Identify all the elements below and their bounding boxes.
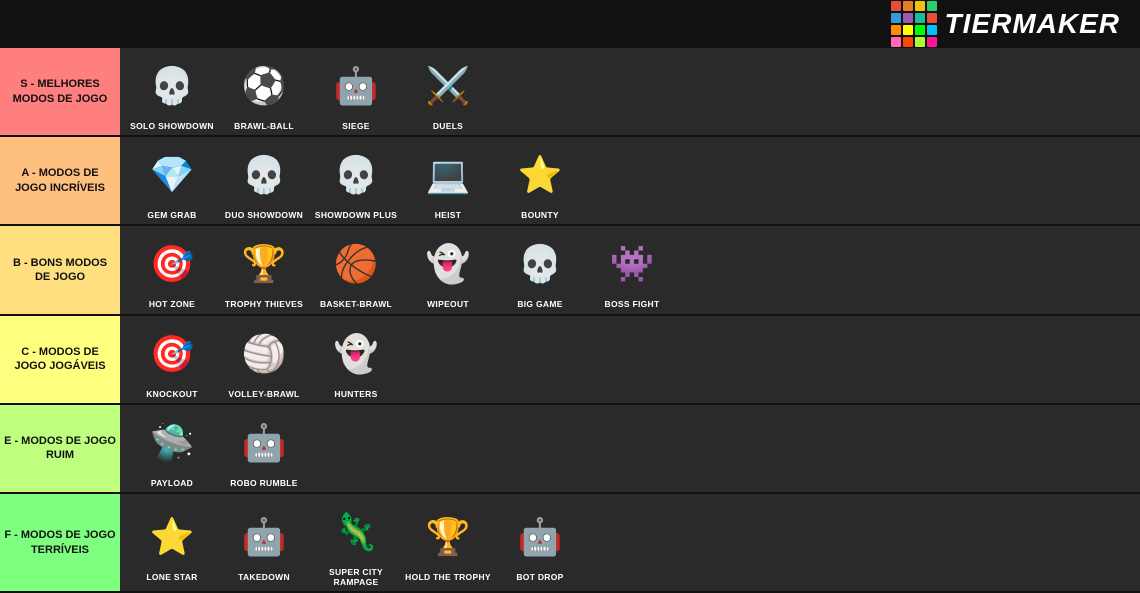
- tier-item-showdown-plus[interactable]: 💀SHOWDOWN PLUS: [312, 141, 400, 220]
- item-label-bot-drop: BOT DROP: [516, 572, 563, 582]
- item-label-duo-showdown: DUO SHOWDOWN: [225, 210, 303, 220]
- item-icon-duo-showdown: 💀: [224, 141, 304, 209]
- item-label-siege: SIEGE: [342, 121, 369, 131]
- tier-label-s: S - MELHORES MODOS DE JOGO: [0, 48, 120, 135]
- item-icon-super-city-rampage: 🦎: [316, 498, 396, 566]
- tier-content-a: 💎GEM GRAB💀DUO SHOWDOWN💀SHOWDOWN PLUS💻HEI…: [120, 137, 1140, 224]
- item-icon-volley-brawl: 🏐: [224, 320, 304, 388]
- tier-item-super-city-rampage[interactable]: 🦎SUPER CITY RAMPAGE: [312, 498, 400, 587]
- tier-item-siege[interactable]: 🤖SIEGE: [312, 52, 400, 131]
- tier-item-basket-brawl[interactable]: 🏀BASKET-BRAWL: [312, 230, 400, 309]
- item-icon-bot-drop: 🤖: [500, 503, 580, 571]
- tier-item-robo-rumble[interactable]: 🤖ROBO RUMBLE: [220, 409, 308, 488]
- item-icon-boss-fight: 👾: [592, 230, 672, 298]
- tier-content-b: 🎯HOT ZONE🏆TROPHY THIEVES🏀BASKET-BRAWL👻WI…: [120, 226, 1140, 313]
- tier-item-hot-zone[interactable]: 🎯HOT ZONE: [128, 230, 216, 309]
- logo-text: TiERMAKER: [945, 8, 1120, 40]
- item-icon-hot-zone: 🎯: [132, 230, 212, 298]
- item-icon-solo-showdown: 💀: [132, 52, 212, 120]
- item-icon-gem-grab: 💎: [132, 141, 212, 209]
- item-icon-showdown-plus: 💀: [316, 141, 396, 209]
- item-icon-duels: ⚔️: [408, 52, 488, 120]
- tier-item-duels[interactable]: ⚔️DUELS: [404, 52, 492, 131]
- item-icon-basket-brawl: 🏀: [316, 230, 396, 298]
- item-label-hot-zone: HOT ZONE: [149, 299, 195, 309]
- tier-content-s: 💀SOLO SHOWDOWN⚽BRAWL-BALL🤖SIEGE⚔️DUELS: [120, 48, 1140, 135]
- item-label-showdown-plus: SHOWDOWN PLUS: [315, 210, 397, 220]
- tier-label-e: E - MODOS DE JOGO RUIM: [0, 405, 120, 492]
- tier-item-heist[interactable]: 💻HEIST: [404, 141, 492, 220]
- logo-grid-icon: [891, 1, 937, 47]
- tier-item-wipeout[interactable]: 👻WIPEOUT: [404, 230, 492, 309]
- item-label-volley-brawl: VOLLEY-BRAWL: [228, 389, 299, 399]
- item-label-payload: PAYLOAD: [151, 478, 193, 488]
- tier-item-lone-star[interactable]: ⭐LONE STAR: [128, 503, 216, 582]
- item-icon-robo-rumble: 🤖: [224, 409, 304, 477]
- item-label-big-game: BIG GAME: [517, 299, 562, 309]
- item-label-lone-star: LONE STAR: [146, 572, 197, 582]
- item-label-gem-grab: GEM GRAB: [147, 210, 196, 220]
- tier-row-e: E - MODOS DE JOGO RUIM🛸PAYLOAD🤖ROBO RUMB…: [0, 405, 1140, 494]
- tier-item-boss-fight[interactable]: 👾BOSS FIGHT: [588, 230, 676, 309]
- item-icon-hold-the-trophy: 🏆: [408, 503, 488, 571]
- item-label-wipeout: WIPEOUT: [427, 299, 469, 309]
- tier-content-e: 🛸PAYLOAD🤖ROBO RUMBLE: [120, 405, 1140, 492]
- item-label-brawl-ball: BRAWL-BALL: [234, 121, 294, 131]
- tier-item-knockout[interactable]: 🎯KNOCKOUT: [128, 320, 216, 399]
- item-icon-heist: 💻: [408, 141, 488, 209]
- item-icon-payload: 🛸: [132, 409, 212, 477]
- item-label-bounty: BOUNTY: [521, 210, 559, 220]
- tier-item-duo-showdown[interactable]: 💀DUO SHOWDOWN: [220, 141, 308, 220]
- item-label-hunters: HUNTERS: [334, 389, 377, 399]
- tier-content-c: 🎯KNOCKOUT🏐VOLLEY-BRAWL👻HUNTERS: [120, 316, 1140, 403]
- item-label-heist: HEIST: [435, 210, 462, 220]
- tier-item-gem-grab[interactable]: 💎GEM GRAB: [128, 141, 216, 220]
- app-container: TiERMAKER S - MELHORES MODOS DE JOGO💀SOL…: [0, 0, 1140, 579]
- tier-item-takedown[interactable]: 🤖TAKEDOWN: [220, 503, 308, 582]
- item-label-robo-rumble: ROBO RUMBLE: [230, 478, 298, 488]
- item-icon-trophy-thieves: 🏆: [224, 230, 304, 298]
- tier-item-trophy-thieves[interactable]: 🏆TROPHY THIEVES: [220, 230, 308, 309]
- item-label-super-city-rampage: SUPER CITY RAMPAGE: [312, 567, 400, 587]
- tiermaker-logo: TiERMAKER: [891, 1, 1120, 47]
- item-label-boss-fight: BOSS FIGHT: [605, 299, 660, 309]
- tier-item-payload[interactable]: 🛸PAYLOAD: [128, 409, 216, 488]
- item-icon-lone-star: ⭐: [132, 503, 212, 571]
- tier-row-a: A - MODOS DE JOGO INCRÍVEIS💎GEM GRAB💀DUO…: [0, 137, 1140, 226]
- tier-item-brawl-ball[interactable]: ⚽BRAWL-BALL: [220, 52, 308, 131]
- tier-label-b: B - BONS MODOS DE JOGO: [0, 226, 120, 313]
- tier-row-f: F - MODOS DE JOGO TERRÍVEIS⭐LONE STAR🤖TA…: [0, 494, 1140, 593]
- item-icon-knockout: 🎯: [132, 320, 212, 388]
- item-icon-takedown: 🤖: [224, 503, 304, 571]
- tier-row-b: B - BONS MODOS DE JOGO🎯HOT ZONE🏆TROPHY T…: [0, 226, 1140, 315]
- tier-item-solo-showdown[interactable]: 💀SOLO SHOWDOWN: [128, 52, 216, 131]
- item-icon-brawl-ball: ⚽: [224, 52, 304, 120]
- tier-item-bot-drop[interactable]: 🤖BOT DROP: [496, 503, 584, 582]
- tier-item-volley-brawl[interactable]: 🏐VOLLEY-BRAWL: [220, 320, 308, 399]
- tier-label-a: A - MODOS DE JOGO INCRÍVEIS: [0, 137, 120, 224]
- tier-label-c: C - MODOS DE JOGO JOGÁVEIS: [0, 316, 120, 403]
- item-icon-big-game: 💀: [500, 230, 580, 298]
- header: TiERMAKER: [0, 0, 1140, 48]
- item-label-trophy-thieves: TROPHY THIEVES: [225, 299, 303, 309]
- tier-row-c: C - MODOS DE JOGO JOGÁVEIS🎯KNOCKOUT🏐VOLL…: [0, 316, 1140, 405]
- item-label-hold-the-trophy: HOLD THE TROPHY: [405, 572, 491, 582]
- tier-row-s: S - MELHORES MODOS DE JOGO💀SOLO SHOWDOWN…: [0, 48, 1140, 137]
- item-icon-bounty: ⭐: [500, 141, 580, 209]
- tier-content-f: ⭐LONE STAR🤖TAKEDOWN🦎SUPER CITY RAMPAGE🏆H…: [120, 494, 1140, 591]
- tier-item-hold-the-trophy[interactable]: 🏆HOLD THE TROPHY: [404, 503, 492, 582]
- item-label-takedown: TAKEDOWN: [238, 572, 290, 582]
- tier-item-bounty[interactable]: ⭐BOUNTY: [496, 141, 584, 220]
- tier-item-big-game[interactable]: 💀BIG GAME: [496, 230, 584, 309]
- item-icon-siege: 🤖: [316, 52, 396, 120]
- item-label-duels: DUELS: [433, 121, 463, 131]
- tier-label-f: F - MODOS DE JOGO TERRÍVEIS: [0, 494, 120, 591]
- item-icon-hunters: 👻: [316, 320, 396, 388]
- tier-item-hunters[interactable]: 👻HUNTERS: [312, 320, 400, 399]
- item-label-basket-brawl: BASKET-BRAWL: [320, 299, 392, 309]
- item-icon-wipeout: 👻: [408, 230, 488, 298]
- item-label-solo-showdown: SOLO SHOWDOWN: [130, 121, 214, 131]
- item-label-knockout: KNOCKOUT: [146, 389, 198, 399]
- tiers-container: S - MELHORES MODOS DE JOGO💀SOLO SHOWDOWN…: [0, 48, 1140, 593]
